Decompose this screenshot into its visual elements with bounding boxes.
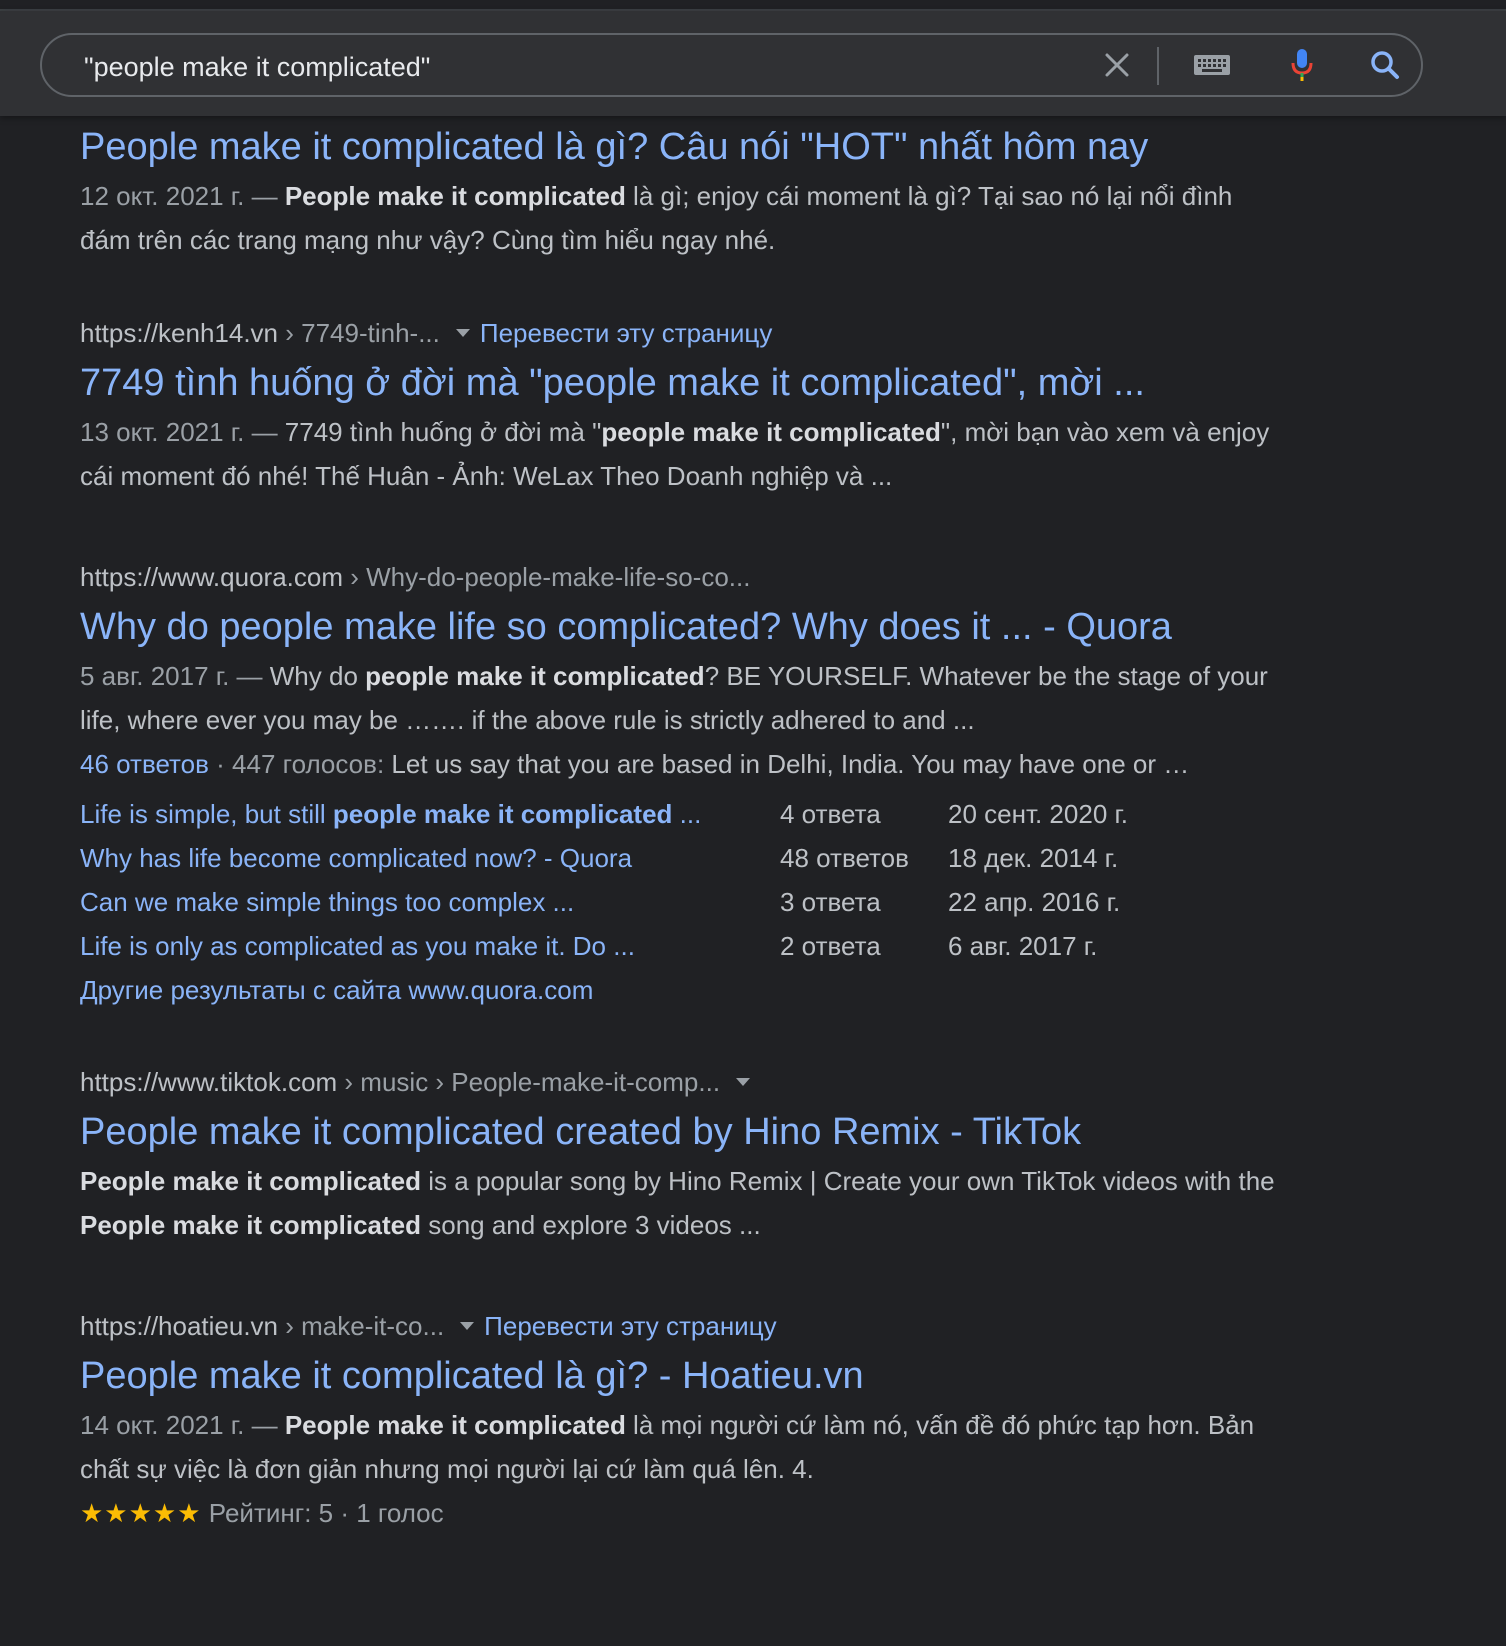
dropdown-arrow-icon[interactable] — [455, 329, 470, 338]
snippet-text: is a popular song by Hino Remix | Create… — [421, 1166, 1275, 1196]
result-domain: https://kenh14.vn — [80, 318, 279, 348]
answers-summary: 46 ответов · 447 голосов: Let us say tha… — [80, 742, 1280, 786]
result-snippet: People make it complicated is a popular … — [80, 1159, 1280, 1247]
search-header: "people make it complicated" — [0, 11, 1506, 116]
dropdown-arrow-icon[interactable] — [736, 1078, 751, 1087]
related-question-text: Life is simple, but still — [80, 799, 333, 829]
related-question-highlight: people make it complicated — [332, 799, 673, 829]
related-question-ellipsis: ... — [672, 799, 702, 829]
result-snippet: 13 окт. 2021 г. — 7749 tình huống ở đời … — [80, 410, 1280, 498]
answer-excerpt: Let us say that you are based in Delhi, … — [391, 749, 1190, 779]
related-question-text: Life is only as complicated as you make … — [80, 931, 635, 961]
result-date: 14 окт. 2021 г. — — [80, 1410, 278, 1440]
related-question-link[interactable]: Can we make simple things too complex ..… — [80, 880, 574, 924]
rating-text: Рейтинг: 5 · 1 голос — [201, 1498, 444, 1528]
related-question-row: Life is only as complicated as you make … — [80, 924, 1280, 968]
answer-count: 2 ответа — [780, 931, 881, 961]
search-button[interactable] — [1360, 35, 1410, 95]
clear-search-button[interactable] — [1092, 35, 1142, 95]
result-title-link[interactable]: People make it complicated là gì? - Hoat… — [80, 1351, 1280, 1401]
more-results-from-site-link[interactable]: Другие результаты с сайта www.quora.com — [80, 968, 1280, 1012]
snippet-highlight: People make it complicated — [80, 1210, 422, 1240]
translate-page-link[interactable]: Перевести эту страницу — [480, 318, 772, 348]
result-domain: https://www.quora.com — [80, 562, 343, 592]
result-path: › 7749-tinh-... — [278, 318, 440, 348]
snippet-text: song and explore 3 videos ... — [421, 1210, 761, 1240]
result-path: › music › People-make-it-comp... — [337, 1067, 721, 1097]
result-snippet: 14 окт. 2021 г. — People make it complic… — [80, 1403, 1280, 1491]
rating-row: ★★★★★ Рейтинг: 5 · 1 голос — [80, 1491, 1280, 1535]
related-question-row: Can we make simple things too complex ..… — [80, 880, 1280, 924]
microphone-icon — [1291, 49, 1313, 81]
result-snippet: 5 авг. 2017 г. — Why do people make it c… — [80, 654, 1280, 742]
keyboard-button[interactable] — [1182, 35, 1242, 95]
result-snippet: 12 окт. 2021 г. — People make it complic… — [80, 174, 1280, 262]
window-top-border — [0, 0, 1506, 11]
result-domain: https://www.tiktok.com — [80, 1067, 338, 1097]
related-questions: Life is simple, but still people make it… — [80, 792, 1280, 968]
snippet-text: Why do — [262, 661, 366, 691]
search-result: https://www.quora.com › Why-do-people-ma… — [80, 560, 1280, 1012]
result-date: 13 окт. 2021 г. — — [80, 417, 278, 447]
snippet-highlight: people make it complicated — [365, 661, 705, 691]
snippet-highlight: people make it complicated — [601, 417, 941, 447]
keyboard-icon — [1194, 55, 1230, 75]
search-divider — [1157, 47, 1159, 85]
rating-stars-icon: ★★★★★ — [80, 1498, 202, 1528]
result-path: › make-it-co... — [278, 1311, 445, 1341]
voice-search-button[interactable] — [1282, 35, 1322, 95]
translate-page-link[interactable]: Перевести эту страницу — [484, 1311, 776, 1341]
related-question-link[interactable]: Life is simple, but still people make it… — [80, 792, 701, 836]
question-date: 20 сент. 2020 г. — [948, 799, 1129, 829]
related-question-link[interactable]: Why has life become complicated now? - Q… — [80, 836, 632, 880]
close-icon — [1105, 53, 1129, 77]
result-url: https://hoatieu.vn › make-it-co... Переве… — [80, 1309, 1280, 1343]
result-url: https://www.tiktok.com › music › People-… — [80, 1065, 1280, 1099]
related-question-text: Why has life become complicated now? - Q… — [80, 843, 633, 873]
votes-count: · 447 голосов: — [208, 749, 392, 779]
answer-count: 4 ответа — [780, 799, 881, 829]
result-date: 5 авг. 2017 г. — — [80, 661, 263, 691]
result-domain: https://hoatieu.vn — [80, 1311, 279, 1341]
search-icon — [1371, 51, 1399, 79]
answers-count-link[interactable]: 46 ответов — [80, 749, 209, 779]
result-url: https://www.quora.com › Why-do-people-ma… — [80, 560, 1280, 594]
related-question-row: Why has life become complicated now? - Q… — [80, 836, 1280, 880]
snippet-highlight: People make it complicated — [284, 181, 626, 211]
question-date: 22 апр. 2016 г. — [948, 887, 1121, 917]
snippet-text: 7749 tình huống ở đời mà " — [277, 417, 602, 447]
answer-count: 3 ответа — [780, 887, 881, 917]
result-url: https://kenh14.vn › 7749-tinh-... Перевес… — [80, 316, 1280, 350]
question-date: 18 дек. 2014 г. — [948, 843, 1119, 873]
question-date: 6 авг. 2017 г. — [948, 931, 1098, 961]
search-box[interactable]: "people make it complicated" — [40, 33, 1423, 97]
search-result: https://hoatieu.vn › make-it-co... Переве… — [80, 1309, 1280, 1535]
search-input[interactable]: "people make it complicated" — [84, 52, 430, 83]
result-title-link[interactable]: 7749 tình huống ở đời mà "people make it… — [80, 358, 1280, 408]
result-date: 12 окт. 2021 г. — — [80, 181, 278, 211]
search-result: https://www.tiktok.com › music › People-… — [80, 1065, 1280, 1247]
answer-count: 48 ответов — [780, 843, 909, 873]
related-question-text: Can we make simple things too complex ..… — [80, 887, 575, 917]
snippet-highlight: People make it complicated — [80, 1166, 422, 1196]
related-question-link[interactable]: Life is only as complicated as you make … — [80, 924, 635, 968]
result-title-link[interactable]: People make it complicated là gì? Câu nó… — [80, 122, 1280, 172]
dropdown-arrow-icon[interactable] — [460, 1322, 475, 1331]
search-result: People make it complicated là gì? Câu nó… — [80, 122, 1280, 262]
related-question-row: Life is simple, but still people make it… — [80, 792, 1280, 836]
result-title-link[interactable]: People make it complicated created by Hi… — [80, 1107, 1280, 1157]
snippet-highlight: People make it complicated — [284, 1410, 626, 1440]
result-title-link[interactable]: Why do people make life so complicated? … — [80, 602, 1280, 652]
search-result: https://kenh14.vn › 7749-tinh-... Перевес… — [80, 316, 1280, 498]
result-path: › Why-do-people-make-life-so-co... — [343, 562, 751, 592]
